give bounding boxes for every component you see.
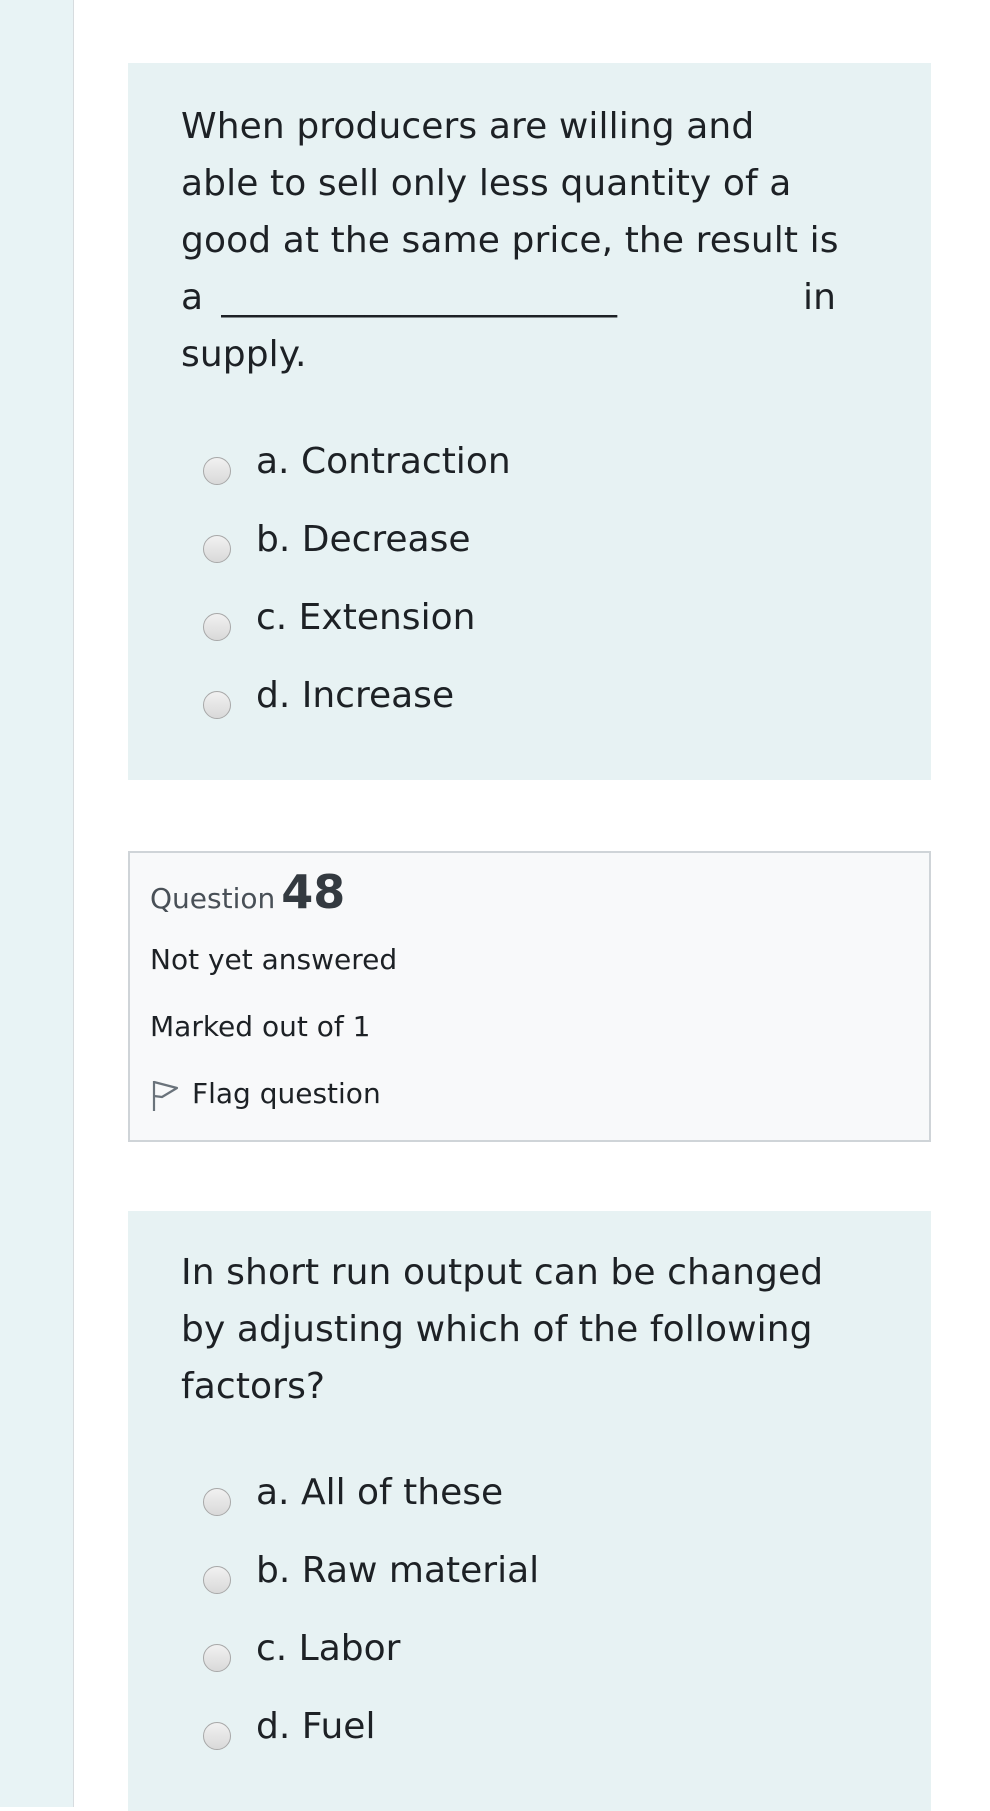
- question-text-line: supply.: [181, 334, 307, 375]
- answer-label[interactable]: a. Contraction: [256, 431, 511, 493]
- answer-label[interactable]: c. Extension: [256, 587, 475, 649]
- question-47-text: When producers are willing and able to s…: [181, 98, 881, 383]
- radio-button[interactable]: [203, 1722, 231, 1750]
- answer-label[interactable]: b. Raw material: [256, 1540, 539, 1602]
- radio-button[interactable]: [203, 457, 231, 485]
- flag-icon[interactable]: [150, 1077, 180, 1113]
- radio-button[interactable]: [203, 1644, 231, 1672]
- question-text-line: by adjusting which of the following: [181, 1309, 813, 1350]
- question-word: Question: [150, 882, 276, 915]
- answer-label[interactable]: c. Labor: [256, 1618, 400, 1680]
- question-text-line: able to sell only less quantity of a: [181, 163, 792, 204]
- left-sidebar-rail: [0, 0, 74, 1807]
- fill-in-blank-line: a ______________________ in: [181, 269, 881, 326]
- quiz-main-region: When producers are willing and able to s…: [75, 0, 990, 1811]
- question-text-line: When producers are willing and: [181, 106, 755, 147]
- radio-button[interactable]: [203, 535, 231, 563]
- question-grade: Marked out of 1: [150, 1010, 371, 1043]
- radio-button[interactable]: [203, 1566, 231, 1594]
- question-text-line: good at the same price, the result is: [181, 220, 839, 261]
- question-text-line: In short run output can be changed: [181, 1252, 824, 1293]
- question-number: 48: [281, 865, 346, 919]
- question-47-content: When producers are willing and able to s…: [128, 63, 931, 780]
- blank-suffix: in: [802, 277, 836, 318]
- flag-question-label[interactable]: Flag question: [192, 1077, 381, 1110]
- question-48-content: In short run output can be changed by ad…: [128, 1211, 931, 1811]
- answer-label[interactable]: d. Fuel: [256, 1696, 375, 1758]
- question-48-text: In short run output can be changed by ad…: [181, 1244, 881, 1415]
- question-number-heading: Question 48: [150, 865, 345, 919]
- question-text-line: factors?: [181, 1366, 326, 1407]
- radio-button[interactable]: [203, 1488, 231, 1516]
- answer-label[interactable]: a. All of these: [256, 1462, 503, 1524]
- blank-dashes: ______________________: [221, 277, 617, 318]
- answer-label[interactable]: b. Decrease: [256, 509, 471, 571]
- radio-button[interactable]: [203, 613, 231, 641]
- radio-button[interactable]: [203, 691, 231, 719]
- question-48-info: Question 48 Not yet answered Marked out o…: [128, 851, 931, 1142]
- answer-label[interactable]: d. Increase: [256, 665, 454, 727]
- question-state: Not yet answered: [150, 943, 398, 976]
- blank-prefix: a: [181, 277, 204, 318]
